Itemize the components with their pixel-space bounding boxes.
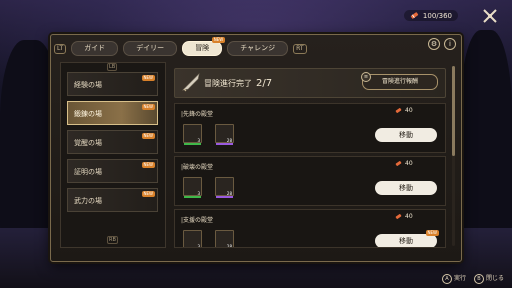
hint-close[interactable]: B 閉じる: [473, 273, 504, 284]
reward-icon: ≡: [361, 72, 371, 82]
reward-item[interactable]: 3: [183, 230, 202, 247]
new-badge: NEW: [425, 230, 439, 236]
tree-silhouette: [460, 30, 512, 240]
ticket-icon: [395, 108, 402, 113]
move-button[interactable]: 移動: [375, 181, 437, 195]
sidebar-down-button[interactable]: RB: [107, 236, 118, 244]
card-title: |破壊の殿堂: [181, 164, 214, 171]
sidebar-item-experience[interactable]: 経験の場 NEW: [67, 72, 158, 96]
move-button[interactable]: 移動: [375, 128, 437, 142]
ticket-icon: [410, 12, 419, 19]
hint-confirm[interactable]: A 実行: [441, 273, 466, 284]
reward-item[interactable]: 3: [183, 177, 202, 198]
ticket-icon: [395, 161, 402, 166]
card-title: |先鋒の殿堂: [181, 111, 214, 118]
progress-label: 冒険進行完了 2/7: [204, 78, 273, 89]
a-button-icon: A: [441, 274, 452, 284]
tab-challenge[interactable]: チャレンジ: [227, 41, 289, 56]
currency-counter: 100/360: [403, 10, 458, 21]
tab-adventure[interactable]: 冒険 NEW: [182, 37, 226, 56]
ticket-icon: [395, 214, 402, 219]
window-icons: ⚙ i: [428, 38, 456, 50]
dungeon-card: |先鋒の殿堂 3 28 40 移動: [174, 103, 446, 153]
close-icon[interactable]: [482, 8, 498, 24]
dungeon-card: |破壊の殿堂 3 28 40 移動: [174, 156, 446, 206]
new-badge: NEW: [141, 162, 155, 168]
currency-value: 100/360: [422, 11, 452, 20]
progress-reward-button[interactable]: ≡ 冒険進行報酬: [361, 72, 438, 90]
tab-right-button[interactable]: RT: [293, 43, 307, 54]
tab-bar: LT ガイド デイリー 冒険 NEW チャレンジ RT: [54, 37, 307, 56]
reward-item[interactable]: 28: [215, 177, 234, 198]
tab-guide[interactable]: ガイド: [71, 41, 119, 56]
button-hints: A 実行 B 閉じる: [441, 273, 504, 284]
quill-icon: [182, 73, 200, 92]
b-button-icon: B: [473, 274, 484, 284]
sidebar-item-might[interactable]: 武力の場 NEW: [67, 188, 158, 212]
new-badge: NEW: [141, 191, 155, 197]
settings-icon[interactable]: ⚙: [428, 38, 440, 50]
reward-item[interactable]: 28: [215, 124, 234, 145]
new-badge: NEW: [141, 75, 155, 81]
scrollbar-thumb[interactable]: [452, 66, 455, 156]
progress-count: 2/7: [256, 78, 273, 89]
move-button[interactable]: 移動 NEW: [375, 230, 439, 247]
sidebar-up-button[interactable]: LB: [107, 63, 118, 71]
cost-label: 40: [395, 107, 413, 114]
tab-left-button[interactable]: LT: [54, 43, 67, 54]
new-badge: NEW: [211, 37, 226, 43]
sidebar-item-awakening[interactable]: 覚醒の場 NEW: [67, 130, 158, 154]
cost-label: 40: [395, 160, 413, 167]
new-badge: NEW: [141, 133, 155, 139]
dungeon-card: |支援の殿堂 3 28 40 移動 NEW: [174, 209, 446, 248]
card-title: |支援の殿堂: [181, 217, 214, 224]
cost-label: 40: [395, 213, 413, 220]
sidebar-item-training[interactable]: 鍛錬の場 NEW: [67, 101, 158, 125]
tab-daily[interactable]: デイリー: [123, 41, 178, 56]
reward-item[interactable]: 3: [183, 124, 202, 145]
new-badge: NEW: [141, 104, 155, 110]
reward-item[interactable]: 28: [215, 230, 234, 247]
info-icon[interactable]: i: [444, 38, 456, 50]
sidebar-item-proof[interactable]: 証明の場 NEW: [67, 159, 158, 183]
